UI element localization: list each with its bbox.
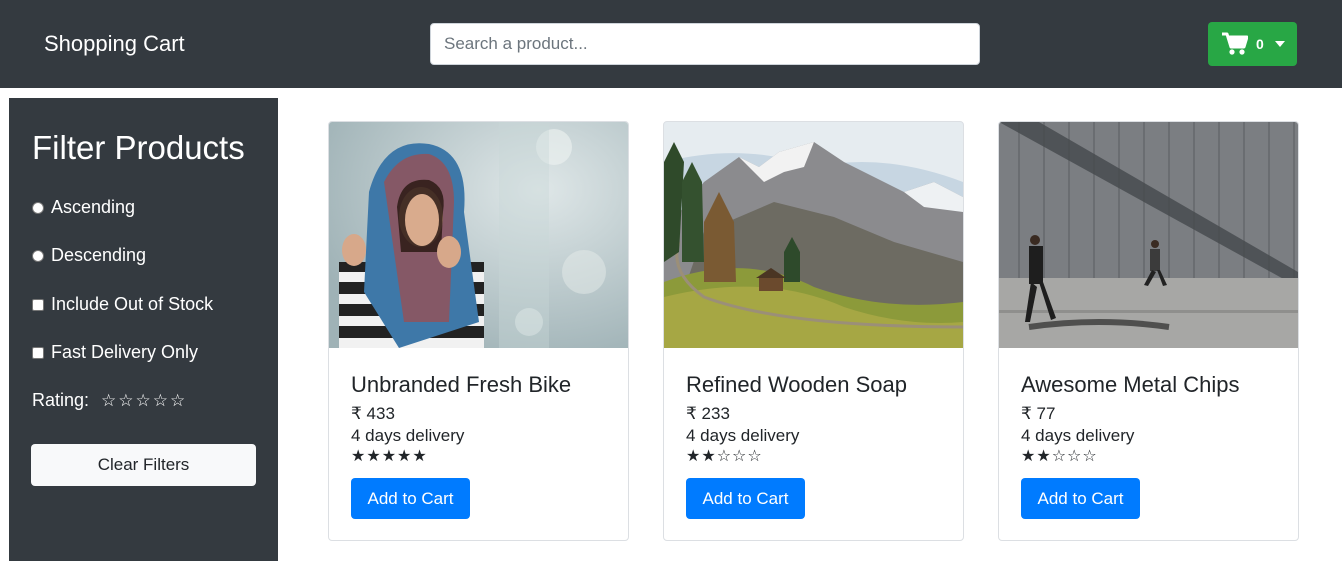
product-price: ₹ 77 <box>1021 404 1056 423</box>
brand-title[interactable]: Shopping Cart <box>44 31 185 57</box>
cart-icon <box>1222 32 1248 56</box>
option-label: Descending <box>51 245 147 265</box>
product-rating: ★ ★ ☆ ☆ ☆ <box>686 448 763 466</box>
star-filled-icon: ★ <box>686 448 701 465</box>
star-outline-icon[interactable]: ☆ <box>136 391 151 411</box>
chevron-down-icon <box>1274 41 1285 47</box>
delivery-time: 4 days delivery <box>686 426 800 445</box>
product-price: ₹ 433 <box>351 404 395 423</box>
radio-button[interactable] <box>32 201 44 214</box>
star-outline-icon[interactable]: ☆ <box>153 391 168 411</box>
star-outline-icon: ☆ <box>1082 448 1097 465</box>
search-input[interactable] <box>430 23 980 65</box>
product-image <box>664 122 963 348</box>
star-outline-icon: ☆ <box>716 448 732 465</box>
option-label: Include Out of Stock <box>51 294 214 314</box>
product-rating: ★ ★ ☆ ☆ ☆ <box>1021 448 1098 466</box>
product-price: ₹ 233 <box>686 404 730 423</box>
top-navbar: Shopping Cart 0 <box>0 0 1342 88</box>
product-title: Awesome Metal Chips <box>1021 372 1240 397</box>
filter-title: Filter Products <box>32 129 245 166</box>
product-title: Unbranded Fresh Bike <box>351 372 572 397</box>
option-label: Ascending <box>51 197 136 217</box>
checkbox[interactable] <box>32 346 44 359</box>
star-filled-icon: ★ <box>701 448 716 465</box>
product-rating: ★ ★ ★ ★ ★ <box>351 448 428 466</box>
clear-filters-button[interactable]: Clear Filters <box>31 444 256 486</box>
star-filled-icon: ★ <box>366 448 381 465</box>
product-title: Refined Wooden Soap <box>686 372 907 397</box>
star-outline-icon: ☆ <box>732 448 747 465</box>
product-image <box>999 122 1298 348</box>
product-card: Awesome Metal Chips ₹ 77 4 days delivery… <box>998 121 1299 541</box>
checkbox[interactable] <box>32 298 44 311</box>
star-filled-icon: ★ <box>351 448 366 465</box>
option-label: Fast Delivery Only <box>51 342 199 362</box>
filter-sidebar: Filter Products Ascending Descending Inc… <box>9 98 278 561</box>
star-filled-icon: ★ <box>381 448 397 465</box>
product-image <box>329 122 628 348</box>
star-filled-icon: ★ <box>1036 448 1051 465</box>
rating-stars[interactable]: ☆ ☆ ☆ ☆ ☆ <box>101 391 187 411</box>
star-outline-icon[interactable]: ☆ <box>101 391 116 411</box>
star-outline-icon: ☆ <box>747 448 762 465</box>
product-card: Refined Wooden Soap ₹ 233 4 days deliver… <box>663 121 964 541</box>
rating-filter: Rating: ☆ ☆ ☆ ☆ ☆ <box>32 390 187 411</box>
include-out-of-stock-checkbox[interactable]: Include Out of Stock <box>32 294 213 315</box>
star-outline-icon[interactable]: ☆ <box>170 391 185 411</box>
product-card: Unbranded Fresh Bike ₹ 433 4 days delive… <box>328 121 629 541</box>
sort-descending-radio[interactable]: Descending <box>32 245 146 266</box>
star-outline-icon[interactable]: ☆ <box>118 391 133 411</box>
star-outline-icon: ☆ <box>1067 448 1082 465</box>
fast-delivery-checkbox[interactable]: Fast Delivery Only <box>32 342 198 363</box>
cart-count-badge: 0 <box>1256 36 1264 52</box>
radio-button[interactable] <box>32 249 44 262</box>
star-filled-icon: ★ <box>412 448 427 465</box>
star-outline-icon: ☆ <box>1051 448 1067 465</box>
add-to-cart-button[interactable]: Add to Cart <box>686 478 805 519</box>
add-to-cart-button[interactable]: Add to Cart <box>1021 478 1140 519</box>
delivery-time: 4 days delivery <box>1021 426 1135 445</box>
sort-ascending-radio[interactable]: Ascending <box>32 197 135 218</box>
rating-label: Rating: <box>32 390 90 410</box>
cart-dropdown-button[interactable]: 0 <box>1208 22 1297 66</box>
star-filled-icon: ★ <box>1021 448 1036 465</box>
star-filled-icon: ★ <box>397 448 412 465</box>
delivery-time: 4 days delivery <box>351 426 465 445</box>
add-to-cart-button[interactable]: Add to Cart <box>351 478 470 519</box>
